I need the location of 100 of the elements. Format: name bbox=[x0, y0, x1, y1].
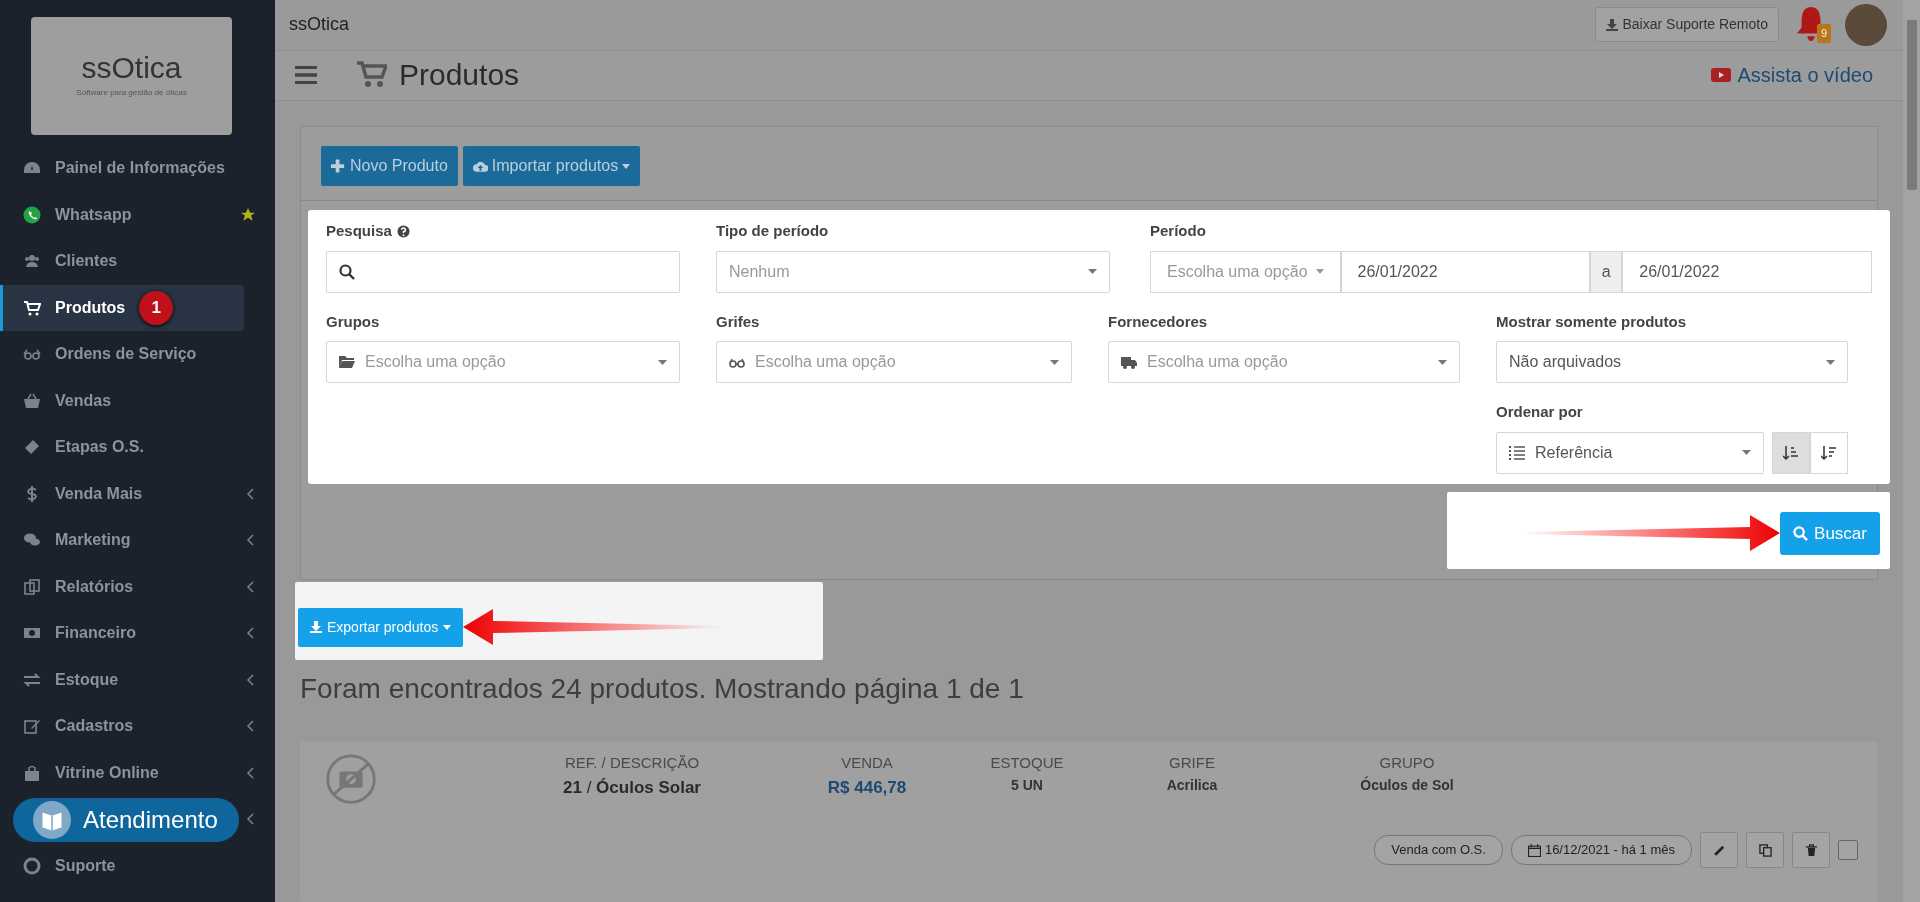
sidebar-item[interactable]: Vendas bbox=[0, 377, 275, 424]
result-summary: Foram encontrados 24 produtos. Mostrando página 1 de 1 bbox=[300, 672, 1025, 706]
sidebar-item[interactable]: Ordens de Serviço bbox=[0, 331, 275, 378]
sidebar-item[interactable]: Etapas O.S. bbox=[0, 424, 275, 471]
field-label: Pesquisa bbox=[326, 221, 392, 241]
new-product-button[interactable]: Novo Produto bbox=[321, 146, 458, 186]
column-heading: REF. / DESCRIÇÃO bbox=[563, 753, 701, 773]
search-button[interactable]: Buscar bbox=[1780, 511, 1880, 555]
arrows-icon bbox=[23, 670, 41, 689]
sidebar-item[interactable]: Venda Mais bbox=[0, 470, 275, 517]
checkbox[interactable] bbox=[1838, 840, 1858, 860]
tag: Venda com O.S. bbox=[1374, 835, 1503, 865]
column-value: Óculos de Sol bbox=[1359, 775, 1455, 795]
pencil-icon bbox=[1712, 843, 1726, 857]
sidebar-item[interactable]: Produtos 1 bbox=[0, 284, 244, 331]
period-dropdown[interactable]: Escolha uma opção bbox=[1150, 250, 1341, 293]
download-support-button[interactable]: Baixar Suporte Remoto bbox=[1595, 7, 1779, 43]
field-label: Mostrar somente produtos bbox=[1496, 311, 1687, 332]
column-heading: GRUPO bbox=[1378, 753, 1436, 773]
notification-bell[interactable]: 9 bbox=[1795, 4, 1829, 45]
chevron-left-icon[interactable] bbox=[247, 673, 255, 686]
basket-icon bbox=[23, 391, 41, 410]
field-label: Período bbox=[1150, 221, 1206, 241]
chevron-left-icon[interactable] bbox=[247, 813, 255, 826]
search-field[interactable] bbox=[326, 250, 680, 293]
scrollbar-thumb[interactable] bbox=[1907, 20, 1917, 190]
caret-icon bbox=[658, 359, 667, 365]
list-icon bbox=[1509, 444, 1525, 461]
sort-ascending-icon bbox=[1783, 444, 1799, 461]
column-value: 21 / Óculos Solar bbox=[562, 776, 702, 799]
sidebar-item[interactable]: Whatsapp bbox=[0, 191, 275, 238]
sidebar-item[interactable]: Estoque bbox=[0, 656, 275, 703]
menu-icon[interactable] bbox=[295, 66, 317, 85]
scrollbar[interactable] bbox=[1903, 0, 1920, 902]
sidebar-item[interactable]: Marketing bbox=[0, 517, 275, 564]
column-heading: ESTOQUE bbox=[989, 753, 1065, 773]
documents-icon bbox=[23, 577, 41, 596]
select-field[interactable]: Nenhum bbox=[716, 250, 1110, 293]
select-field[interactable]: Escolha uma opção bbox=[326, 341, 680, 383]
column-heading: GRIFE bbox=[1168, 753, 1216, 773]
download-icon bbox=[1606, 18, 1619, 31]
step-badge: 1 bbox=[139, 290, 174, 325]
logo-tagline: Software para gestão de óticas bbox=[76, 87, 187, 99]
sidebar-item[interactable]: Clientes bbox=[0, 238, 275, 285]
book-icon bbox=[33, 801, 71, 839]
logo: ssOtica bbox=[289, 13, 349, 37]
select-field[interactable]: Referência bbox=[1496, 431, 1764, 474]
caret-icon bbox=[443, 624, 452, 630]
delete-button[interactable] bbox=[1792, 832, 1830, 868]
chevron-left-icon[interactable] bbox=[247, 627, 255, 640]
select-field[interactable]: Escolha uma opção bbox=[716, 341, 1072, 383]
sort-descending-icon bbox=[1821, 444, 1837, 461]
download-icon bbox=[310, 621, 322, 633]
logo-wordmark: ssOtica bbox=[81, 53, 182, 83]
sort-order-button[interactable] bbox=[1810, 431, 1848, 474]
chevron-left-icon[interactable] bbox=[247, 766, 255, 779]
copy-button[interactable] bbox=[1746, 832, 1784, 868]
copy-icon bbox=[1758, 843, 1772, 857]
video-link[interactable]: Assista o vídeo bbox=[1711, 60, 1873, 91]
range-separator: a bbox=[1590, 250, 1623, 293]
select-field[interactable]: Escolha uma opção bbox=[1108, 341, 1460, 383]
cloud-upload-icon bbox=[472, 159, 488, 173]
cart-icon bbox=[23, 298, 41, 317]
avatar[interactable] bbox=[1845, 3, 1887, 46]
trash-icon bbox=[1804, 843, 1818, 857]
caret-icon bbox=[1742, 450, 1751, 455]
sidebar-item[interactable]: Suporte bbox=[0, 842, 275, 889]
chevron-left-icon[interactable] bbox=[247, 487, 255, 500]
search-icon bbox=[1793, 525, 1809, 541]
caret-icon bbox=[1315, 269, 1324, 274]
field-label: Tipo de período bbox=[716, 221, 829, 241]
import-products-button[interactable]: Importar produtos bbox=[462, 146, 641, 186]
chevron-left-icon[interactable] bbox=[247, 580, 255, 593]
page-title: Produtos bbox=[399, 57, 520, 94]
sidebar-item[interactable]: Cadastros bbox=[0, 703, 275, 750]
export-products-button[interactable]: Exportar produtos bbox=[298, 607, 464, 647]
calendar-icon bbox=[1527, 843, 1541, 857]
sidebar-item[interactable]: Painel de Informações bbox=[0, 145, 275, 192]
truck-icon bbox=[1121, 354, 1137, 370]
folder-icon bbox=[339, 354, 355, 370]
date-field[interactable]: 26/01/2022 bbox=[1622, 250, 1872, 293]
column-value: R$ 446,78 bbox=[826, 776, 908, 799]
sidebar-item[interactable]: Vitrine Online bbox=[0, 749, 275, 796]
date-field[interactable]: 26/01/2022 bbox=[1340, 250, 1591, 293]
caret-icon bbox=[1826, 359, 1835, 365]
select-field[interactable]: Não arquivados bbox=[1496, 341, 1848, 383]
column-value: 5 UN bbox=[1010, 775, 1044, 795]
date-tag: 16/12/2021 - há 1 mês bbox=[1510, 835, 1692, 865]
bag-icon bbox=[23, 763, 41, 782]
edit-icon bbox=[23, 717, 41, 736]
sort-order-button[interactable] bbox=[1772, 431, 1810, 474]
chevron-left-icon[interactable] bbox=[247, 720, 255, 733]
field-label: Grifes bbox=[716, 311, 760, 332]
chat-bubble-icon bbox=[23, 205, 41, 224]
sidebar-item[interactable]: Relatórios bbox=[0, 563, 275, 610]
support-chat-button[interactable]: Atendimento bbox=[13, 798, 239, 842]
sidebar-item[interactable]: Financeiro bbox=[0, 610, 275, 657]
field-label: Ordenar por bbox=[1496, 402, 1583, 422]
chevron-left-icon[interactable] bbox=[247, 534, 255, 547]
caret-icon bbox=[1050, 359, 1059, 365]
